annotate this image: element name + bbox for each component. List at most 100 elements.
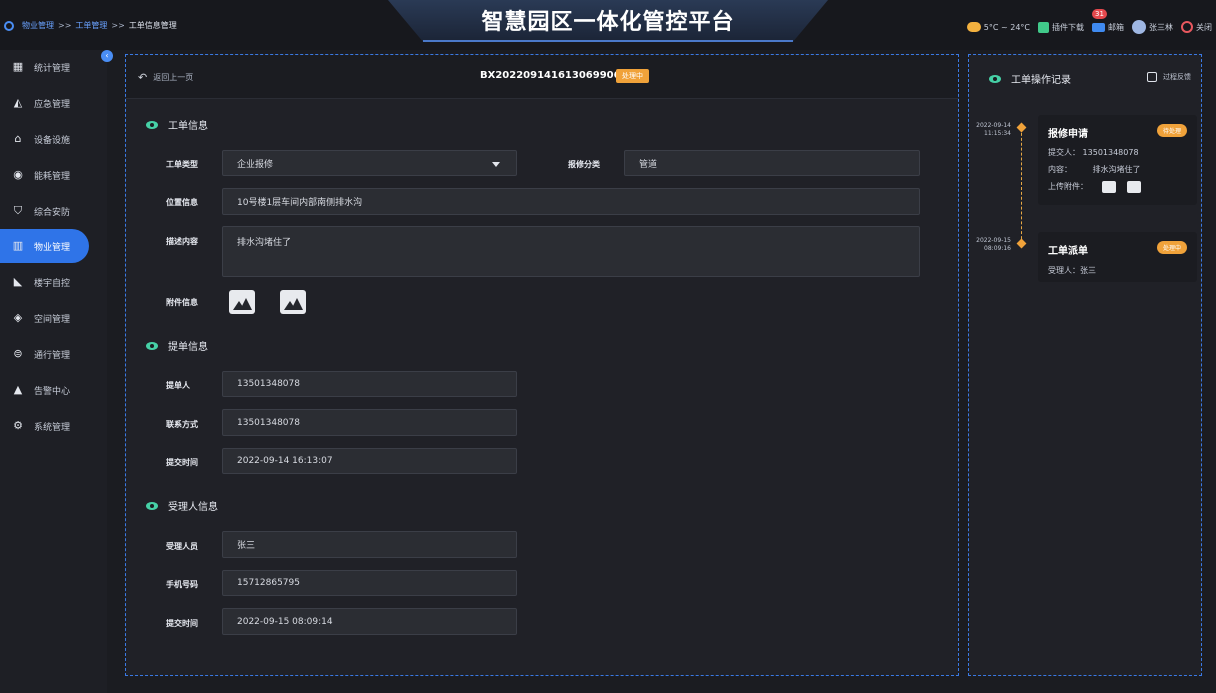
- attachment-image-icon[interactable]: [280, 290, 306, 314]
- sidebar-item-building-control[interactable]: ◣ 楼宇自控: [0, 265, 89, 299]
- sidebar-item-space[interactable]: ◈ 空间管理: [0, 301, 89, 335]
- order-type-select[interactable]: 企业报修: [222, 150, 517, 176]
- puzzle-icon: [1038, 21, 1049, 33]
- plugin-download-label: 插件下载: [1052, 22, 1084, 32]
- power-icon: [1181, 21, 1193, 33]
- mail-button[interactable]: 31 邮箱: [1092, 8, 1124, 33]
- header-tools: 5°C ~ 24°C 插件下载 31 邮箱 张三林 关闭: [966, 8, 1212, 34]
- energy-icon: ◉: [13, 168, 23, 181]
- record-submitter: 提交人： 13501348078: [1048, 147, 1139, 158]
- record-title: 报修申请: [1048, 129, 1088, 140]
- eye-icon: [989, 74, 1001, 83]
- order-number: BX2022091416130699069: [480, 70, 628, 81]
- breadcrumb-item-workorder[interactable]: 工单管理: [75, 20, 107, 31]
- record-status-badge: 待处理: [1156, 124, 1187, 137]
- contact-field[interactable]: 13501348078: [222, 409, 517, 436]
- attachment-label: 附件信息: [166, 298, 198, 307]
- record-timestamp: 2022-09-15 08:09:16: [971, 237, 1011, 253]
- description-textarea[interactable]: 排水沟堵住了: [222, 226, 920, 277]
- section-order-info: 工单信息: [146, 117, 208, 132]
- record-submitter-label: 提交人：: [1048, 148, 1080, 157]
- location-value: 10号楼1层车间内部南侧排水沟: [237, 198, 363, 208]
- order-type-label: 工单类型: [166, 160, 198, 169]
- description-label: 描述内容: [166, 237, 198, 246]
- record-content-label: 内容：: [1048, 165, 1072, 174]
- sidebar-item-label: 物业管理: [34, 242, 71, 253]
- assign-time-value: 2022-09-15 08:09:14: [237, 616, 333, 627]
- plugin-download-button[interactable]: 插件下载: [1038, 21, 1084, 33]
- attachment-image-icon[interactable]: [1102, 181, 1116, 193]
- submit-time-label: 提交时间: [166, 458, 198, 467]
- record-time: 11:15:34: [984, 130, 1011, 137]
- device-icon: ⌂: [14, 132, 22, 145]
- detail-topbar: ↶ 返回上一页 BX2022091416130699069 处理中: [126, 55, 958, 99]
- weather-icon: [966, 22, 981, 32]
- assignee-field[interactable]: 张三: [222, 531, 517, 558]
- record-content: 内容： 排水沟堵住了: [1048, 164, 1141, 175]
- attachment-image-icon[interactable]: [229, 290, 255, 314]
- assign-time-field[interactable]: 2022-09-15 08:09:14: [222, 608, 517, 635]
- user-menu[interactable]: 张三林: [1132, 20, 1173, 34]
- location-icon: [4, 20, 14, 31]
- sidebar-item-label: 系统管理: [34, 422, 71, 433]
- sidebar-item-label: 通行管理: [34, 350, 71, 361]
- breadcrumb-item-property[interactable]: 物业管理: [22, 20, 54, 31]
- sidebar-item-label: 告警中心: [34, 386, 71, 397]
- edit-icon: [1147, 72, 1157, 82]
- breadcrumb: 物业管理 >> 工单管理 >> 工单信息管理: [4, 20, 177, 31]
- submitter-field[interactable]: 13501348078: [222, 371, 517, 397]
- record-date: 2022-09-15: [976, 237, 1011, 244]
- record-content-value: 排水沟堵住了: [1092, 165, 1141, 174]
- timeline-line: [1021, 128, 1022, 244]
- caret-down-icon: [492, 162, 500, 167]
- record-card-repair-request[interactable]: 报修申请 待处理 提交人： 13501348078 内容： 排水沟堵住了 上传附…: [1038, 115, 1197, 205]
- eye-icon: [146, 341, 158, 350]
- sidebar-item-label: 空间管理: [34, 314, 71, 325]
- submit-time-field[interactable]: 2022-09-14 16:13:07: [222, 448, 517, 474]
- repair-category-field[interactable]: 管道: [624, 150, 920, 176]
- feedback-label: 过程反馈: [1163, 73, 1191, 81]
- section-submit-info: 提单信息: [146, 338, 208, 353]
- phone-value: 15712865795: [237, 578, 300, 588]
- submitter-value: 13501348078: [237, 379, 300, 389]
- sidebar-item-statistics[interactable]: ▦ 统计管理: [0, 50, 89, 84]
- section-title: 提单信息: [168, 342, 208, 353]
- timeline-node: [1016, 122, 1027, 133]
- sidebar-item-devices[interactable]: ⌂ 设备设施: [0, 122, 89, 156]
- mail-count-badge: 31: [1092, 8, 1107, 19]
- close-button[interactable]: 关闭: [1181, 21, 1212, 33]
- record-card-dispatch[interactable]: 工单派单 处理中 受理人：张三: [1038, 232, 1197, 282]
- sidebar-item-security[interactable]: ⛉ 综合安防: [0, 194, 89, 228]
- back-button[interactable]: ↶ 返回上一页: [138, 71, 193, 84]
- breadcrumb-sep: >>: [111, 21, 125, 30]
- close-label: 关闭: [1196, 22, 1212, 32]
- record-attachment-label: 上传附件：: [1048, 182, 1088, 191]
- record-date: 2022-09-14: [976, 122, 1011, 129]
- sidebar-collapse-button[interactable]: ‹: [101, 50, 113, 62]
- attachment-image-icon[interactable]: [1127, 181, 1141, 193]
- location-field[interactable]: 10号楼1层车间内部南侧排水沟: [222, 188, 920, 215]
- sidebar-item-alerts[interactable]: ▲ 告警中心: [0, 373, 89, 407]
- record-assignee: 受理人：张三: [1048, 266, 1096, 275]
- sidebar-item-system[interactable]: ⚙ 系统管理: [0, 409, 89, 443]
- operation-record-title: 工单操作记录: [989, 71, 1071, 86]
- process-feedback-button[interactable]: 过程反馈: [1147, 72, 1191, 82]
- weather-text: 5°C ~ 24°C: [983, 22, 1030, 32]
- assignee-label: 受理人员: [166, 542, 198, 551]
- sidebar-item-access[interactable]: ⊜ 通行管理: [0, 337, 89, 371]
- workorder-detail-panel: ↶ 返回上一页 BX2022091416130699069 处理中 工单信息 工…: [125, 54, 959, 676]
- repair-category-value: 管道: [639, 159, 658, 170]
- record-time: 08:09:16: [984, 245, 1011, 252]
- contact-label: 联系方式: [166, 420, 198, 429]
- avatar: [1132, 20, 1146, 34]
- sidebar-item-label: 设备设施: [34, 135, 71, 146]
- status-badge: 处理中: [616, 69, 649, 83]
- section-assignee-info: 受理人信息: [146, 498, 218, 513]
- phone-field[interactable]: 15712865795: [222, 570, 517, 596]
- sidebar-item-energy[interactable]: ◉ 能耗管理: [0, 158, 89, 192]
- back-label: 返回上一页: [153, 73, 194, 82]
- sidebar-item-emergency[interactable]: ◭ 应急管理: [0, 86, 89, 120]
- sidebar-item-property[interactable]: ▥ 物业管理: [0, 229, 89, 263]
- mail-label: 邮箱: [1108, 22, 1124, 32]
- platform-title: 智慧园区一体化管控平台: [481, 10, 735, 35]
